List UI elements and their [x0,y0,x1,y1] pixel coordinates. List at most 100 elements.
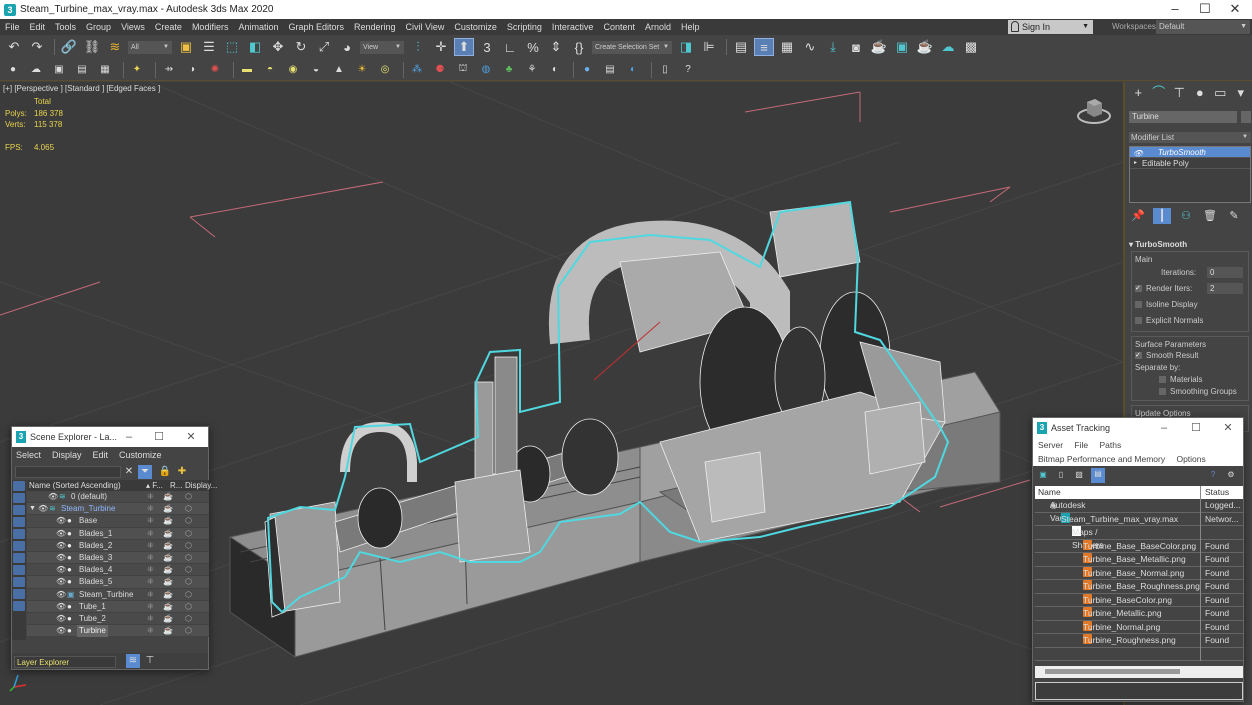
object-color-swatch[interactable] [1241,111,1251,123]
menu-tools[interactable]: Tools [50,19,81,35]
thumbnail-icon[interactable]: ▨ [1073,469,1085,481]
menu-graph-editors[interactable]: Graph Editors [283,19,349,35]
select-and-move-icon[interactable]: ✥ [268,38,288,56]
scene-tree-row[interactable]: 👁 ● Base ⁜ ☕ ⬡ [27,515,209,528]
maximize-button[interactable]: ☐ [150,427,168,447]
window-crossing-icon[interactable]: ◧ [245,38,265,56]
menu-display[interactable]: Display [52,450,82,460]
renderable-teapot-icon[interactable]: ☕ [163,528,173,540]
eye-icon[interactable]: 👁 [56,515,66,527]
menu-arnold[interactable]: Arnold [640,19,676,35]
renderable-teapot-icon[interactable]: ☕ [163,552,173,564]
eye-icon[interactable]: 👁 [48,491,58,503]
rollout-header[interactable]: ▾ TurboSmooth [1129,239,1251,251]
scene-tree-row[interactable]: 👁 ▣ Steam_Turbine ⁜ ☕ ⬡ [27,588,209,601]
freeze-icon[interactable]: ⁜ [147,625,154,637]
asset-row[interactable]: Turbine_Base_Metallic.png Found [1035,553,1243,567]
menu-customize[interactable]: Customize [119,450,162,460]
display-spacewarps-icon[interactable] [13,541,25,551]
display-particles-icon[interactable] [13,601,25,611]
asset-row[interactable]: Steam_Turbine_max_vray.max Networ... [1035,512,1243,526]
column-display[interactable]: Display... [185,480,217,491]
keyboard-shortcut-override-icon[interactable]: ⬆ [454,38,474,56]
object-name-field[interactable]: Turbine [1129,111,1237,123]
eye-icon[interactable]: 👁 [38,503,48,515]
menu-file[interactable]: File [1074,440,1088,450]
scene-tree-row[interactable]: 👁 ● Blades_1 ⁜ ☕ ⬡ [27,527,209,540]
redo-icon[interactable]: ↷ [27,38,47,56]
dome-icon[interactable]: ◓ [261,62,279,78]
column-render[interactable]: R... [170,480,182,491]
menu-rendering[interactable]: Rendering [349,19,401,35]
pin-stack-icon[interactable]: 📌 [1129,208,1147,224]
select-manipulate-icon[interactable]: ✛ [431,38,451,56]
eye-icon[interactable]: 👁 [56,552,66,564]
settings-icon[interactable]: ⚙ [1225,469,1237,481]
column-frozen[interactable]: ▴ F... [146,480,163,491]
display-box-icon[interactable]: ⬡ [185,576,192,588]
freeze-icon[interactable]: ⁜ [147,491,154,503]
display-geometry-icon[interactable] [13,481,25,491]
reference-coordinate-dropdown[interactable]: View ▼ [360,40,404,54]
find-input[interactable] [15,466,121,478]
display-xrefs-icon[interactable] [13,565,25,575]
asset-row[interactable]: Turbine_Base_Normal.png Found [1035,566,1243,580]
menu-server[interactable]: Server [1038,440,1063,450]
freeze-icon[interactable]: ⁜ [147,552,154,564]
scene-tree-row[interactable]: 👁 ● Blades_4 ⁜ ☕ ⬡ [27,564,209,577]
display-lights-icon[interactable] [13,505,25,515]
freeze-icon[interactable]: ⁜ [147,613,154,625]
column-name[interactable]: Name [1038,486,1061,499]
bind-space-warp-icon[interactable]: ≋ [105,38,125,56]
menu-file[interactable]: File [0,19,25,35]
asset-row[interactable]: Turbine_Base_BaseColor.png Found [1035,539,1243,553]
sort-by-layer-icon[interactable]: ≋ [126,654,140,668]
column-divider[interactable] [1200,486,1201,661]
material-ball-icon[interactable]: ● [578,62,596,78]
menu-paths[interactable]: Paths [1100,440,1122,450]
display-box-icon[interactable]: ⬡ [185,613,192,625]
materials-checkbox[interactable] [1159,376,1166,384]
lock-icon[interactable]: 🔒 [158,465,172,479]
scene-tree-row[interactable]: 👁 ● Blades_5 ⁜ ☕ ⬡ [27,576,209,589]
display-box-icon[interactable]: ⬡ [185,625,192,637]
sphere-light-icon[interactable]: ◉ [284,62,302,78]
renderable-teapot-icon[interactable]: ☕ [163,576,173,588]
scene-tree-row[interactable]: 👁 ● Tube_1 ⁜ ☕ ⬡ [27,600,209,613]
asset-row[interactable]: ◉ Autodesk Vault Logged... [1035,499,1243,523]
display-box-icon[interactable]: ⬡ [185,540,192,552]
grid-icon[interactable]: ▦ [96,62,114,78]
motion-tab-icon[interactable]: ● [1191,84,1210,102]
stack-item-editable-poly[interactable]: ▸ Editable Poly [1130,158,1250,169]
freeze-icon[interactable]: ⁜ [147,540,154,552]
sun-icon[interactable]: ☀ [353,62,371,78]
column-name[interactable]: Name (Sorted Ascending) [29,480,121,491]
document-icon[interactable]: ▯ [1055,469,1067,481]
render-iters-checkbox[interactable]: ✓ [1135,285,1142,293]
fx-icon[interactable]: ✺ [206,62,224,78]
rectangular-selection-icon[interactable]: ⬚ [222,38,242,56]
snaps-toggle-icon[interactable]: 3 [477,38,497,56]
align-icon[interactable]: ⊫ [699,38,719,56]
link-icon[interactable]: 🔗 [59,38,79,56]
frame-buffer-icon[interactable]: ▤ [601,62,619,78]
menu-modifiers[interactable]: Modifiers [187,19,234,35]
freeze-icon[interactable]: ⁜ [147,601,154,613]
render-production-icon[interactable]: ☕ [915,38,935,56]
display-box-icon[interactable]: ⬡ [185,589,192,601]
renderable-teapot-icon[interactable]: ☕ [163,601,173,613]
maximize-button[interactable]: ☐ [1187,418,1205,438]
menu-bitmap-performance[interactable]: Bitmap Performance and Memory [1038,454,1165,464]
scatter-icon[interactable]: ⚘ [523,62,541,78]
renderable-teapot-icon[interactable]: ☕ [163,491,173,503]
display-containers-icon[interactable] [13,589,25,599]
asset-row[interactable]: Turbine_Normal.png Found [1035,620,1243,634]
scene-explorer-titlebar[interactable]: 3 Scene Explorer - La... – ☐ ✕ [12,427,208,447]
freeze-icon[interactable]: ⁜ [147,528,154,540]
render-setup-icon[interactable]: ☕ [869,38,889,56]
select-object-icon[interactable]: ▣ [176,38,196,56]
explorer-type-dropdown[interactable]: Layer Explorer [14,656,116,668]
dome-light-icon[interactable]: ◑ [183,62,201,78]
freeze-icon[interactable]: ⁜ [147,515,154,527]
sort-by-hierarchy-icon[interactable]: ⊤ [143,654,157,668]
